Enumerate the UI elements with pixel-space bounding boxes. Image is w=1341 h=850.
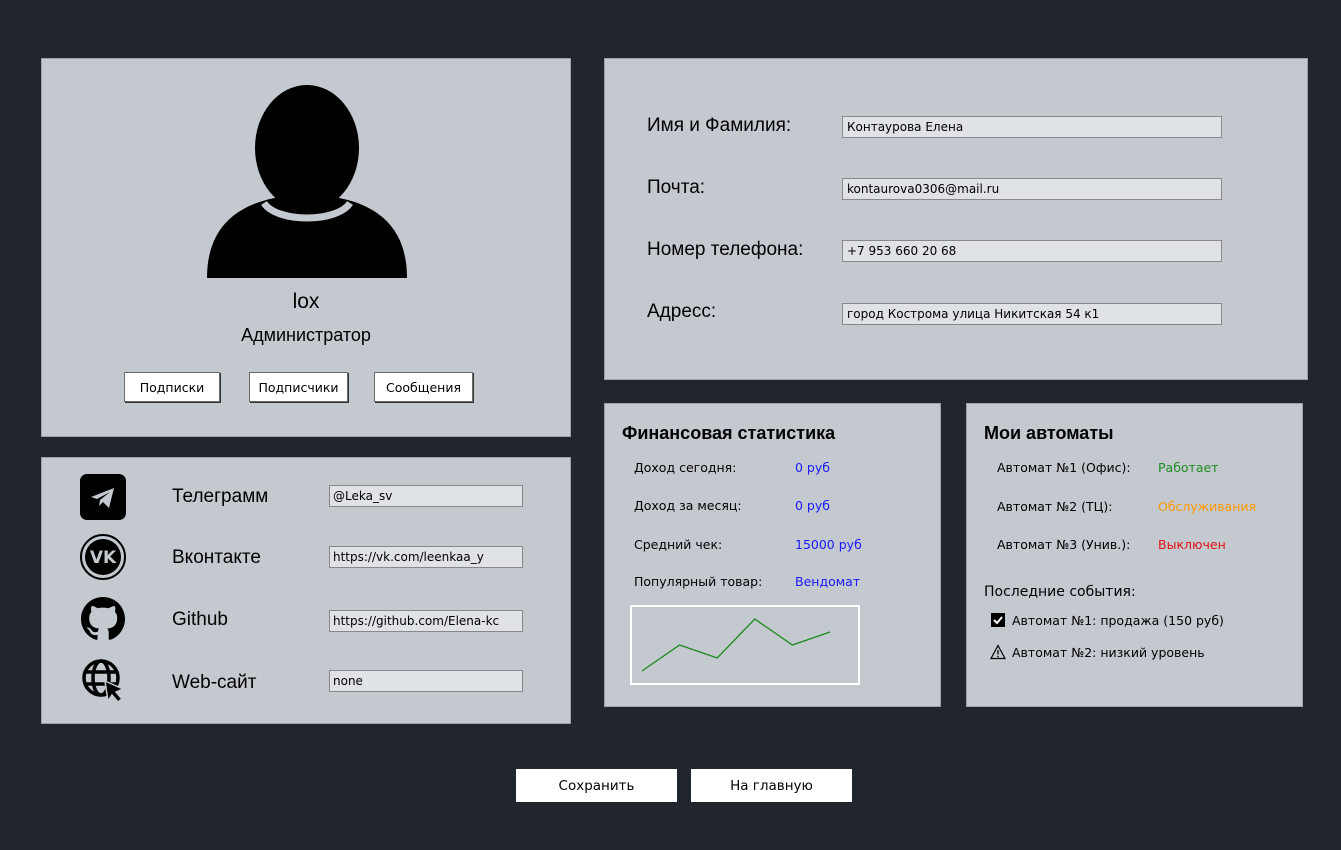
name-field[interactable]: Контаурова Елена xyxy=(842,116,1222,138)
popular-product-value: Вендомат xyxy=(795,574,861,589)
telegram-icon xyxy=(80,474,126,520)
github-icon xyxy=(81,597,125,640)
income-sparkline xyxy=(630,605,860,685)
sparkline-line xyxy=(641,618,831,672)
event-item: Автомат №1: продажа (150 руб) xyxy=(990,612,1224,628)
save-button[interactable]: Сохранить xyxy=(516,769,677,802)
telegram-field[interactable]: @Leka_sv xyxy=(329,485,523,507)
home-button[interactable]: На главную xyxy=(691,769,852,802)
subscribers-button[interactable]: Подписчики xyxy=(249,372,348,402)
income-today-label: Доход сегодня: xyxy=(634,460,737,475)
machine-3-status: Выключен xyxy=(1158,537,1226,552)
event-item: Автомат №2: низкий уровень xyxy=(990,644,1205,660)
income-month-value: 0 руб xyxy=(795,498,830,513)
phone-label: Номер телефона: xyxy=(647,239,804,260)
event-text: Автомат №2: низкий уровень xyxy=(1012,644,1205,660)
average-check-value: 15000 руб xyxy=(795,537,862,552)
warning-icon xyxy=(990,644,1006,660)
email-field[interactable]: kontaurova0306@mail.ru xyxy=(842,178,1222,200)
email-label: Почта: xyxy=(647,177,706,198)
phone-field[interactable]: +7 953 660 20 68 xyxy=(842,240,1222,262)
machine-2-label: Автомат №2 (ТЦ): xyxy=(997,499,1113,514)
event-text: Автомат №1: продажа (150 руб) xyxy=(1012,612,1224,628)
github-field[interactable]: https://github.com/Elena-kc xyxy=(329,610,523,632)
machine-2-status: Обслуживания xyxy=(1158,499,1257,514)
telegram-label: Телеграмм xyxy=(172,486,269,507)
address-label: Адресс: xyxy=(647,301,717,322)
vk-icon: VK xyxy=(80,534,126,580)
personal-info-panel: Имя и Фамилия: Контаурова Елена Почта: k… xyxy=(604,58,1308,380)
profile-role: Администратор xyxy=(241,325,371,345)
events-title: Последние события: xyxy=(984,584,1136,600)
checkbox-checked-icon xyxy=(991,613,1005,627)
finance-title: Финансовая статистика xyxy=(622,423,836,443)
globe-cursor-icon xyxy=(82,659,125,704)
profile-panel: lox Администратор Подписки Подписчики Со… xyxy=(41,58,571,437)
income-month-label: Доход за месяц: xyxy=(634,498,742,513)
user-avatar-icon xyxy=(207,85,407,278)
website-field[interactable]: none xyxy=(329,670,523,692)
social-links-panel: Телеграмм @Leka_sv VK Вконтакте https://… xyxy=(41,457,571,724)
machines-title: Мои автоматы xyxy=(984,423,1114,443)
website-label: Web-сайт xyxy=(172,672,257,693)
address-field[interactable]: город Кострома улица Никитская 54 к1 xyxy=(842,303,1222,325)
popular-product-label: Популярный товар: xyxy=(634,574,763,589)
machine-1-label: Автомат №1 (Офис): xyxy=(997,460,1131,475)
name-label: Имя и Фамилия: xyxy=(647,115,792,136)
messages-button[interactable]: Сообщения xyxy=(374,372,473,402)
machines-panel: Мои автоматы Автомат №1 (Офис): Работает… xyxy=(966,403,1303,707)
machine-1-status: Работает xyxy=(1158,460,1219,475)
svg-text:VK: VK xyxy=(90,548,117,568)
finance-stats-panel: Финансовая статистика Доход сегодня: 0 р… xyxy=(604,403,941,707)
profile-name: lox xyxy=(292,290,320,313)
income-today-value: 0 руб xyxy=(795,460,830,475)
average-check-label: Средний чек: xyxy=(634,537,723,552)
machine-3-label: Автомат №3 (Унив.): xyxy=(997,537,1131,552)
github-label: Github xyxy=(172,609,228,630)
subscriptions-button[interactable]: Подписки xyxy=(124,372,220,402)
vk-label: Вконтакте xyxy=(172,547,261,568)
vk-field[interactable]: https://vk.com/leenkaa_y xyxy=(329,546,523,568)
